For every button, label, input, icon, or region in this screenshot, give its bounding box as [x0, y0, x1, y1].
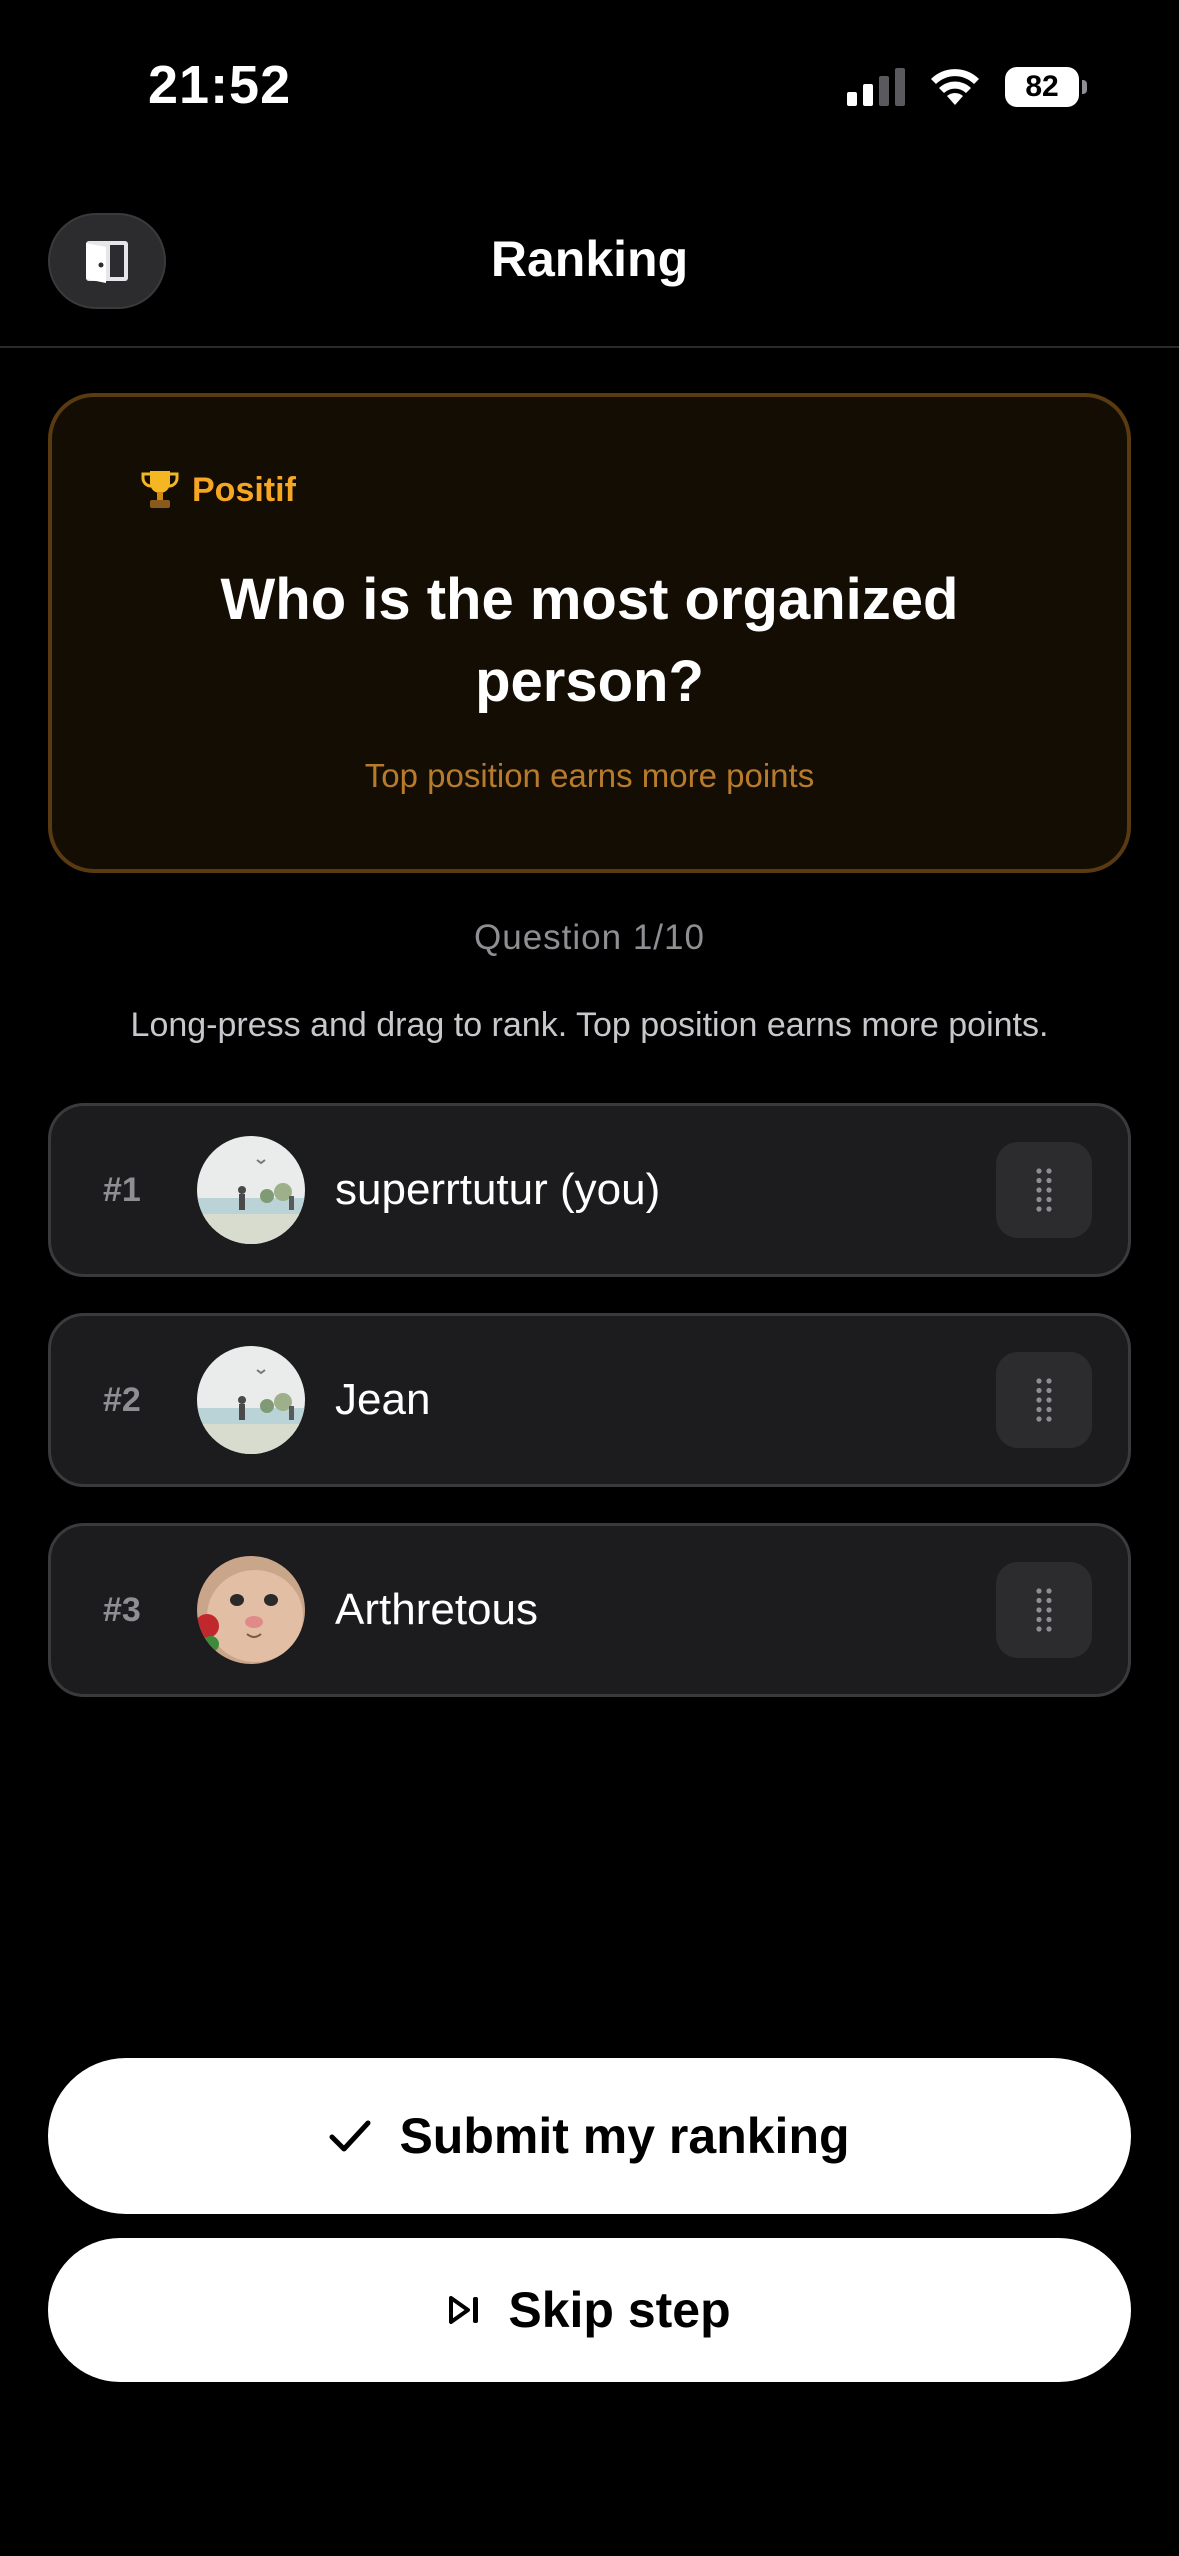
submit-ranking-label: Submit my ranking [399, 2108, 850, 2164]
player-name: Arthretous [335, 1585, 538, 1634]
skip-forward-icon [449, 2296, 479, 2324]
ranking-row[interactable]: #2 Jean [48, 1313, 1131, 1487]
player-name: superrtutur (you) [335, 1165, 661, 1214]
drag-handle[interactable] [996, 1142, 1092, 1238]
skip-step-button[interactable]: Skip step [48, 2238, 1131, 2382]
category-badge: Positif [140, 469, 296, 511]
page-title: Ranking [490, 231, 689, 287]
submit-ranking-button[interactable]: Submit my ranking [48, 2058, 1131, 2214]
battery-icon: 82 [1005, 67, 1087, 107]
trophy-icon [141, 471, 179, 508]
drag-handle[interactable] [996, 1562, 1092, 1658]
question-counter: Question 1/10 [474, 918, 705, 957]
signal-icon [847, 68, 905, 106]
player-name: Jean [335, 1375, 431, 1424]
drag-handle-icon [1036, 1168, 1052, 1212]
rank-position: #3 [103, 1590, 141, 1629]
ranking-row[interactable]: #3 Arthretous [48, 1523, 1131, 1697]
top-navigation-bar: Ranking [0, 200, 1179, 348]
skip-step-label: Skip step [508, 2282, 731, 2338]
category-label: Positif [192, 470, 296, 509]
drag-handle-icon [1036, 1378, 1052, 1422]
beach-figures-avatar [197, 1346, 305, 1454]
rank-position: #2 [103, 1380, 141, 1419]
beach-figures-avatar [197, 1136, 305, 1244]
rank-position: #1 [103, 1170, 141, 1209]
cat-face-avatar [197, 1556, 305, 1664]
status-bar: 21:52 82 [0, 0, 1179, 170]
checkmark-icon [329, 2120, 371, 2152]
drag-handle-icon [1036, 1588, 1052, 1632]
drag-handle[interactable] [996, 1352, 1092, 1448]
ranking-row[interactable]: #1 superrtutur (you) [48, 1103, 1131, 1277]
wifi-icon [931, 69, 979, 105]
question-text: Who is the most organized person? [220, 567, 959, 714]
status-time: 21:52 [148, 55, 292, 115]
status-icons: 82 [847, 62, 1087, 112]
ranking-instructions: Long-press and drag to rank. Top positio… [130, 1006, 1049, 1044]
question-hint: Top position earns more points [364, 757, 815, 794]
question-card: Positif Who is the most organized person… [48, 393, 1131, 873]
